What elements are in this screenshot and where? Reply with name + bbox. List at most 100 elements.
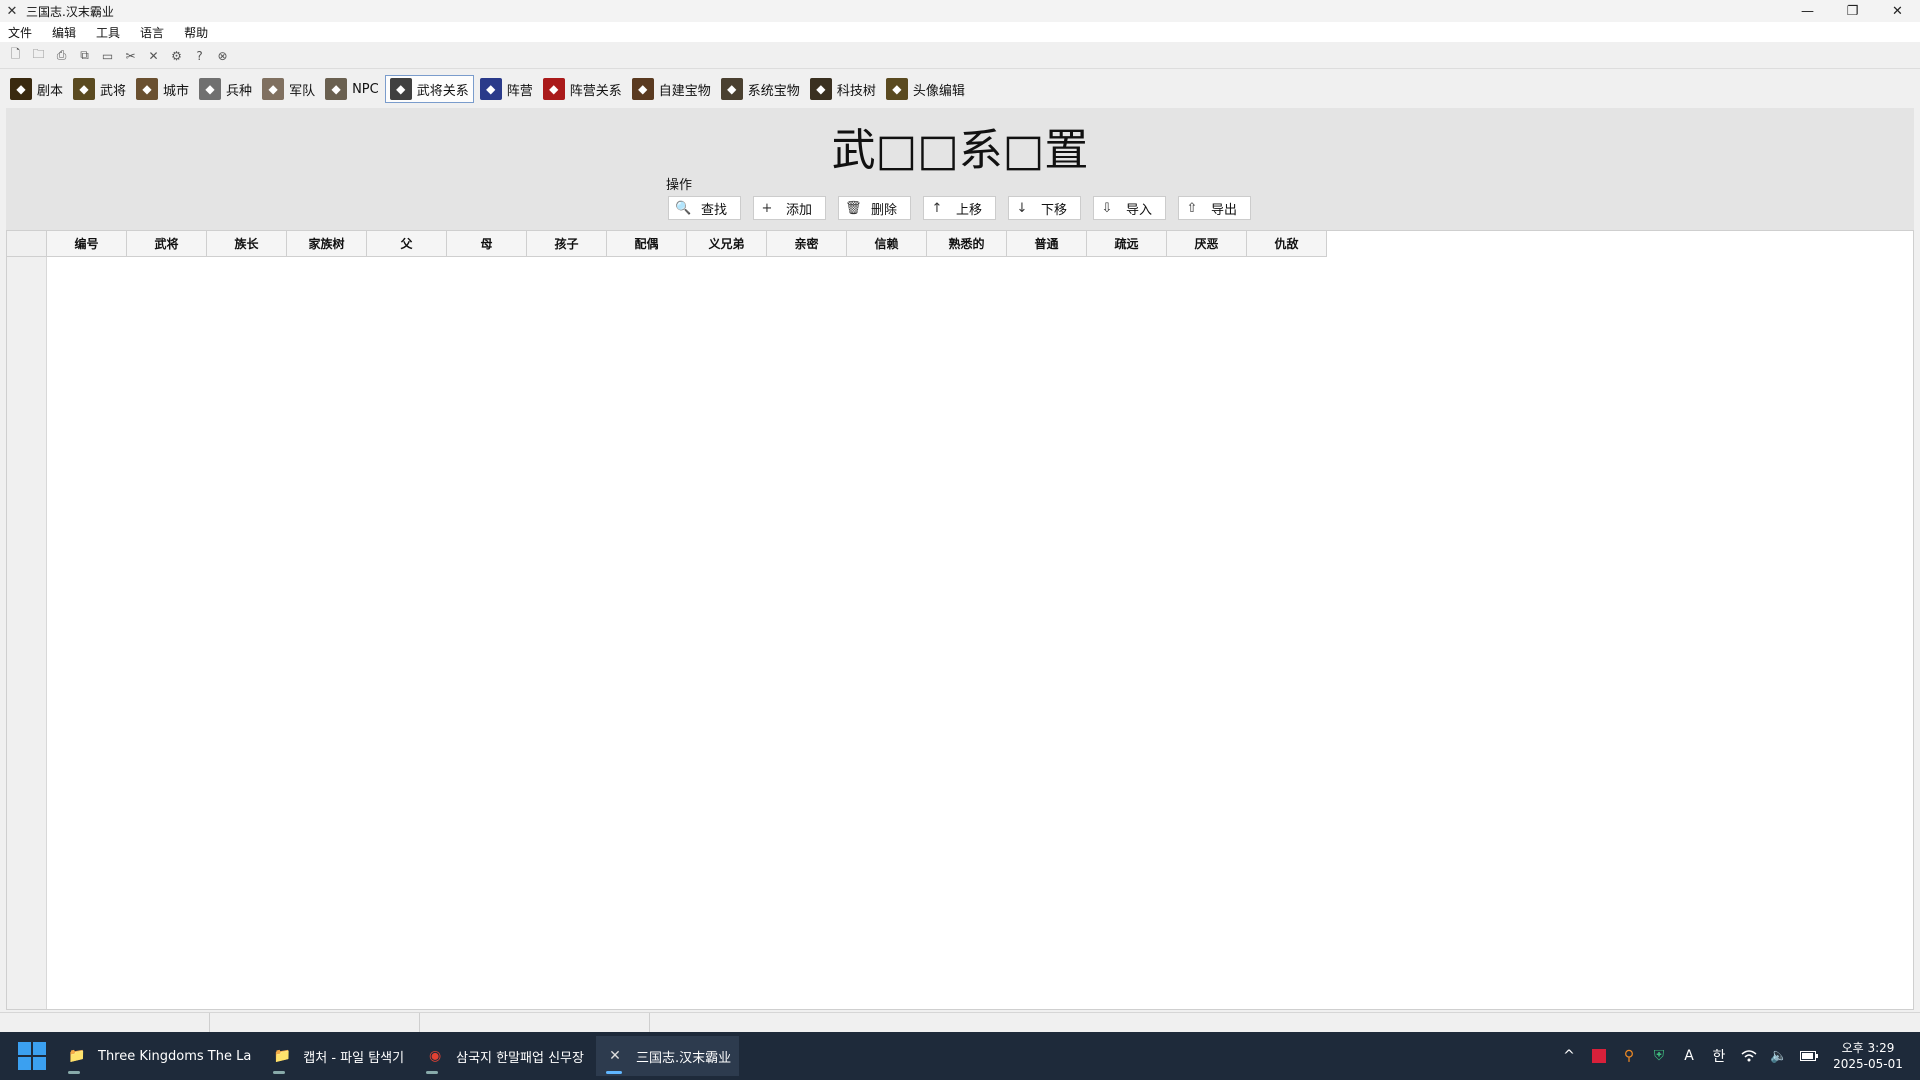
column-header[interactable]: 疏远 xyxy=(1087,231,1167,257)
tab-8[interactable]: ◆ 阵营关系 xyxy=(539,75,626,103)
export-icon: ⇧ xyxy=(1186,200,1198,216)
menu-help[interactable]: 帮助 xyxy=(184,24,208,41)
tab-icon: ◆ xyxy=(885,78,908,100)
quick-toolbar: 🗋 🗀 ⎙ ⧉ ▭ ✂ ✕ ⚙ ? ⊗ xyxy=(0,43,1920,69)
clock-time: 오후 3:29 xyxy=(1841,1041,1895,1055)
volume-icon[interactable]: 🔈 xyxy=(1764,1044,1794,1068)
tab-icon: ◆ xyxy=(73,78,96,100)
column-header[interactable]: 编号 xyxy=(47,231,127,257)
tab-6[interactable]: ◆ 武将关系 xyxy=(384,75,474,103)
tab-icon: ◆ xyxy=(631,78,654,100)
tab-9[interactable]: ◆ 自建宝物 xyxy=(628,75,715,103)
search-icon: 🔍 xyxy=(675,200,692,216)
tab-11[interactable]: ◆ 科技树 xyxy=(806,75,880,103)
move-down-icon: ↓ xyxy=(1016,200,1028,216)
move-down-button[interactable]: ↓ 下移 xyxy=(1008,196,1081,220)
search-button[interactable]: 🔍 查找 xyxy=(668,196,741,220)
taskbar-item[interactable]: 📁 캡처 - 파일 탐색기 xyxy=(263,1036,412,1076)
column-header[interactable]: 厌恶 xyxy=(1167,231,1247,257)
menu-edit[interactable]: 编辑 xyxy=(52,24,76,41)
window-controls: — ❐ ✕ xyxy=(1785,0,1920,22)
column-header[interactable]: 家族树 xyxy=(287,231,367,257)
tab-label: 兵种 xyxy=(226,83,253,99)
running-indicator xyxy=(68,1071,80,1074)
taskbar-item-label: 삼국지 한말패업 신무장 xyxy=(456,1050,584,1066)
tab-3[interactable]: ◆ 兵种 xyxy=(195,75,256,103)
export-button[interactable]: ⇧ 导出 xyxy=(1178,196,1251,220)
column-header[interactable]: 熟悉的 xyxy=(927,231,1007,257)
op-button-label: 下移 xyxy=(1041,202,1068,218)
help-icon[interactable]: ? xyxy=(188,46,211,66)
column-header[interactable]: 母 xyxy=(447,231,527,257)
clock[interactable]: 오후 3:29 2025-05-01 xyxy=(1824,1040,1912,1072)
system-tray: ^ ⚲ ⛨ A 한 🔈 오후 3:29 2025-05-01 xyxy=(1554,1032,1920,1080)
tab-icon: ◆ xyxy=(136,78,159,100)
language-icon[interactable]: ⊗ xyxy=(211,46,234,66)
add-button[interactable]: + 添加 xyxy=(753,196,826,220)
tab-0[interactable]: ◆ 剧本 xyxy=(6,75,67,103)
taskbar-item[interactable]: ✕ 三国志.汉末霸业 xyxy=(595,1036,740,1076)
column-header[interactable]: 父 xyxy=(367,231,447,257)
print-icon[interactable]: ⎙ xyxy=(50,46,73,66)
column-header[interactable]: 亲密 xyxy=(767,231,847,257)
column-header[interactable]: 配偶 xyxy=(607,231,687,257)
tab-4[interactable]: ◆ 军队 xyxy=(258,75,319,103)
copy-icon[interactable]: ⧉ xyxy=(73,46,96,66)
import-button[interactable]: ⇩ 导入 xyxy=(1093,196,1166,220)
delete-button[interactable]: 🗑 删除 xyxy=(838,196,911,220)
status-segment xyxy=(210,1013,420,1033)
start-button[interactable] xyxy=(14,1038,50,1074)
tab-5[interactable]: ◆ NPC xyxy=(321,75,383,103)
menu-language[interactable]: 语言 xyxy=(140,24,164,41)
menu-tools[interactable]: 工具 xyxy=(96,24,120,41)
running-indicator xyxy=(426,1071,439,1074)
tab-2[interactable]: ◆ 城市 xyxy=(132,75,193,103)
taskbar-item-label: 三国志.汉末霸业 xyxy=(635,1050,732,1066)
cut-icon[interactable]: ✂ xyxy=(119,46,142,66)
new-file-icon[interactable]: 🗋 xyxy=(4,46,27,66)
column-header[interactable]: 普通 xyxy=(1007,231,1087,257)
tab-10[interactable]: ◆ 系统宝物 xyxy=(717,75,804,103)
running-indicator xyxy=(273,1071,286,1074)
close-button[interactable]: ✕ xyxy=(1875,0,1920,22)
op-button-label: 添加 xyxy=(786,202,813,218)
battery-icon[interactable] xyxy=(1794,1044,1824,1068)
op-button-label: 查找 xyxy=(701,202,728,218)
taskbar-item[interactable]: ◉ 삼국지 한말패업 신무장 xyxy=(416,1036,592,1076)
tab-label: 军队 xyxy=(289,83,316,99)
table-corner-cell[interactable] xyxy=(7,231,47,257)
column-header[interactable]: 族长 xyxy=(207,231,287,257)
operations-group: 🔍 查找 + 添加 🗑 删除 ↑ 上移 ↓ 下移 ⇩ 导入 ⇧ 导出 xyxy=(668,196,1263,220)
tray-overflow-icon[interactable]: ^ xyxy=(1554,1044,1584,1068)
clock-date: 2025-05-01 xyxy=(1833,1057,1903,1071)
input-mode-icon[interactable]: A xyxy=(1674,1044,1704,1068)
maximize-button[interactable]: ❐ xyxy=(1830,0,1875,22)
tray-app-icon[interactable] xyxy=(1584,1044,1614,1068)
minimize-button[interactable]: — xyxy=(1785,0,1830,22)
tab-7[interactable]: ◆ 阵营 xyxy=(476,75,537,103)
tab-icon: ◆ xyxy=(542,78,565,100)
ime-hangul-icon[interactable]: 한 xyxy=(1704,1044,1734,1068)
window-titlebar: ✕ 三国志.汉末霸业 — ❐ ✕ xyxy=(0,0,1920,22)
tab-icon: ◆ xyxy=(809,78,832,100)
close-x-icon[interactable]: ✕ xyxy=(142,46,165,66)
security-tray-icon[interactable]: ⛨ xyxy=(1644,1044,1674,1068)
taskbar-app-icon: ◉ xyxy=(429,1048,442,1064)
open-folder-icon[interactable]: 🗀 xyxy=(27,46,50,66)
wifi-icon[interactable] xyxy=(1734,1044,1764,1068)
column-header[interactable]: 义兄弟 xyxy=(687,231,767,257)
column-header[interactable]: 孩子 xyxy=(527,231,607,257)
settings-icon[interactable]: ⚙ xyxy=(165,46,188,66)
table-header-row: 编号 武将 族长 家族树父母孩子 配偶 义兄弟 亲密 信赖 熟悉的 普通 疏远 厌恶 仇敌 xyxy=(7,231,1327,257)
column-header[interactable]: 仇敌 xyxy=(1247,231,1327,257)
menu-file[interactable]: 文件 xyxy=(8,24,32,41)
tab-12[interactable]: ◆ 头像编辑 xyxy=(882,75,969,103)
search-tray-icon[interactable]: ⚲ xyxy=(1614,1044,1644,1068)
column-header[interactable]: 信赖 xyxy=(847,231,927,257)
move-up-button[interactable]: ↑ 上移 xyxy=(923,196,996,220)
taskbar-item[interactable]: 📁 Three Kingdoms The La xyxy=(58,1036,259,1076)
running-indicator xyxy=(605,1071,622,1074)
folder-icon[interactable]: ▭ xyxy=(96,46,119,66)
column-header[interactable]: 武将 xyxy=(127,231,207,257)
tab-1[interactable]: ◆ 武将 xyxy=(69,75,130,103)
